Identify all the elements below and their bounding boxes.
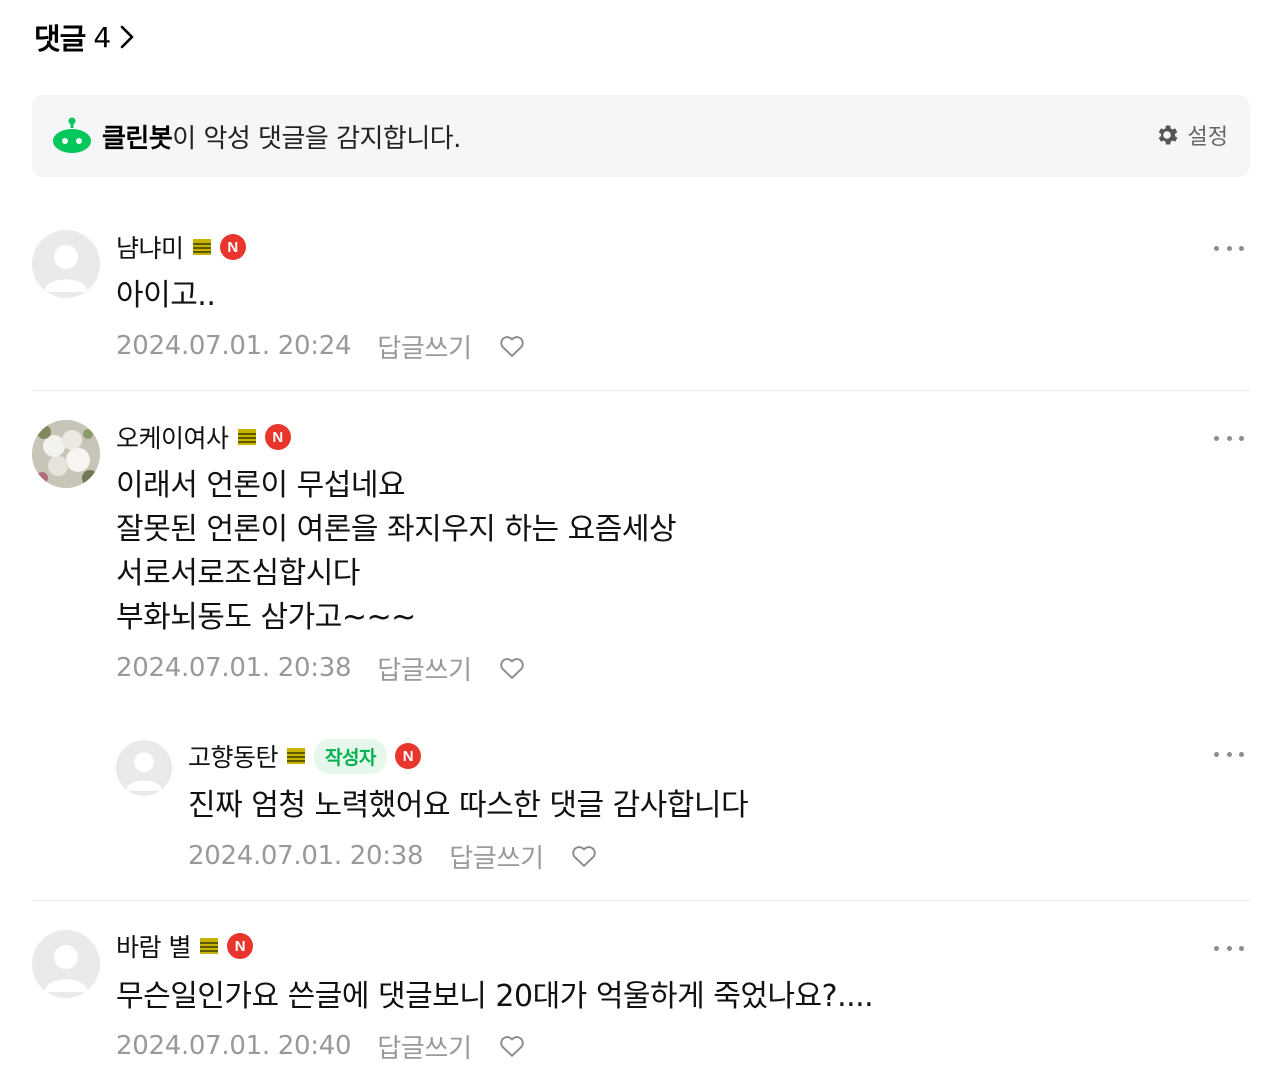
comment-text: 무슨일인가요 쓴글에 댓글보니 20대가 억울하게 죽었나요?.... (116, 979, 874, 1014)
naver-n-badge-icon: N (394, 743, 421, 769)
more-dots-icon[interactable] (1214, 432, 1244, 444)
comment-text: 아이고.. (116, 278, 216, 313)
naver-n-badge-icon: N (264, 424, 291, 450)
divider (32, 390, 1250, 391)
comment-meta: 2024.07.01. 20:40 답글쓰기 (116, 1028, 526, 1064)
comment-text-line: 잘못된 언론이 여론을 좌지우지 하는 요즘세상 (116, 512, 677, 547)
default-avatar-icon (125, 752, 163, 792)
member-grade-icon (237, 429, 256, 445)
divider (32, 900, 1250, 901)
default-avatar-icon (44, 945, 88, 992)
comment-author-line: 바람 별 N (116, 929, 253, 963)
comments-header[interactable]: 댓글 4 (34, 16, 139, 58)
heart-outline-icon[interactable] (498, 1032, 526, 1060)
member-grade-icon (192, 239, 211, 255)
comment-date: 2024.07.01. 20:24 (116, 331, 352, 361)
comment-text-line: 이래서 언론이 무섭네요 (116, 468, 406, 503)
comment-text-line: 서로서로조심합시다 (116, 556, 360, 591)
heart-outline-icon[interactable] (498, 654, 526, 682)
more-dots-icon[interactable] (1214, 242, 1244, 254)
comment-date: 2024.07.01. 20:40 (116, 1031, 352, 1061)
comment-meta: 2024.07.01. 20:38 답글쓰기 (188, 838, 598, 874)
gear-icon (1158, 125, 1177, 145)
comment-author-line: 오케이여사 N (116, 420, 291, 454)
comment-author-line: 냠냐미 N (116, 230, 246, 264)
avatar[interactable] (32, 930, 100, 998)
comment-author[interactable]: 오케이여사 (116, 419, 229, 455)
chevron-right-icon[interactable] (119, 22, 139, 52)
more-dots-icon[interactable] (1214, 942, 1244, 954)
settings-label: 설정 (1187, 125, 1228, 150)
default-avatar-icon (44, 245, 88, 292)
comment-meta: 2024.07.01. 20:24 답글쓰기 (116, 328, 526, 364)
naver-n-badge-icon: N (226, 933, 253, 959)
comment-author[interactable]: 바람 별 (116, 928, 191, 964)
comment-text: 진짜 엄청 노력했어요 따스한 댓글 감사합니다 (188, 788, 749, 823)
avatar[interactable] (32, 230, 100, 298)
cleanbot-name: 클린봇 (102, 123, 173, 154)
cleanbot-banner: 클린봇이 악성 댓글을 감지합니다. 설정 (32, 95, 1250, 177)
heart-outline-icon[interactable] (498, 332, 526, 360)
naver-n-badge-icon: N (219, 234, 246, 260)
comment-text-line: 부화뇌동도 삼가고~~~ (116, 600, 416, 635)
reply-button[interactable]: 답글쓰기 (377, 650, 472, 687)
comment-author[interactable]: 냠냐미 (116, 229, 184, 265)
settings-button[interactable]: 설정 (1154, 119, 1228, 151)
reply-button[interactable]: 답글쓰기 (377, 1028, 472, 1065)
comment-text: 이래서 언론이 무섭네요 잘못된 언론이 여론을 좌지우지 하는 요즘세상 서로… (116, 464, 677, 640)
comment-author[interactable]: 고향동탄 (188, 738, 279, 774)
avatar[interactable] (116, 740, 172, 796)
writer-badge: 작성자 (314, 738, 387, 774)
more-dots-icon[interactable] (1214, 748, 1244, 760)
comment-date: 2024.07.01. 20:38 (188, 841, 424, 871)
cleanbot-robot-icon (53, 117, 91, 153)
comments-title: 댓글 (34, 22, 86, 56)
reply-button[interactable]: 답글쓰기 (377, 328, 472, 365)
cleanbot-message: 클린봇이 악성 댓글을 감지합니다. (102, 118, 461, 155)
cleanbot-message-text: 이 악성 댓글을 감지합니다. (172, 123, 461, 154)
heart-outline-icon[interactable] (570, 842, 598, 870)
comment-author-line: 고향동탄 작성자 N (188, 738, 421, 774)
comments-page: 댓글 4 클린봇이 악성 댓글을 감지합니다. 설정 냠냐미 N 아이고.. 2… (0, 0, 1280, 1088)
member-grade-icon (199, 938, 218, 954)
comment-meta: 2024.07.01. 20:38 답글쓰기 (116, 650, 526, 686)
reply-button[interactable]: 답글쓰기 (449, 838, 544, 875)
flower-photo-avatar (32, 420, 100, 488)
comment-date: 2024.07.01. 20:38 (116, 653, 352, 683)
member-grade-icon (287, 748, 306, 764)
comments-count: 4 (93, 20, 112, 54)
avatar[interactable] (32, 420, 100, 488)
